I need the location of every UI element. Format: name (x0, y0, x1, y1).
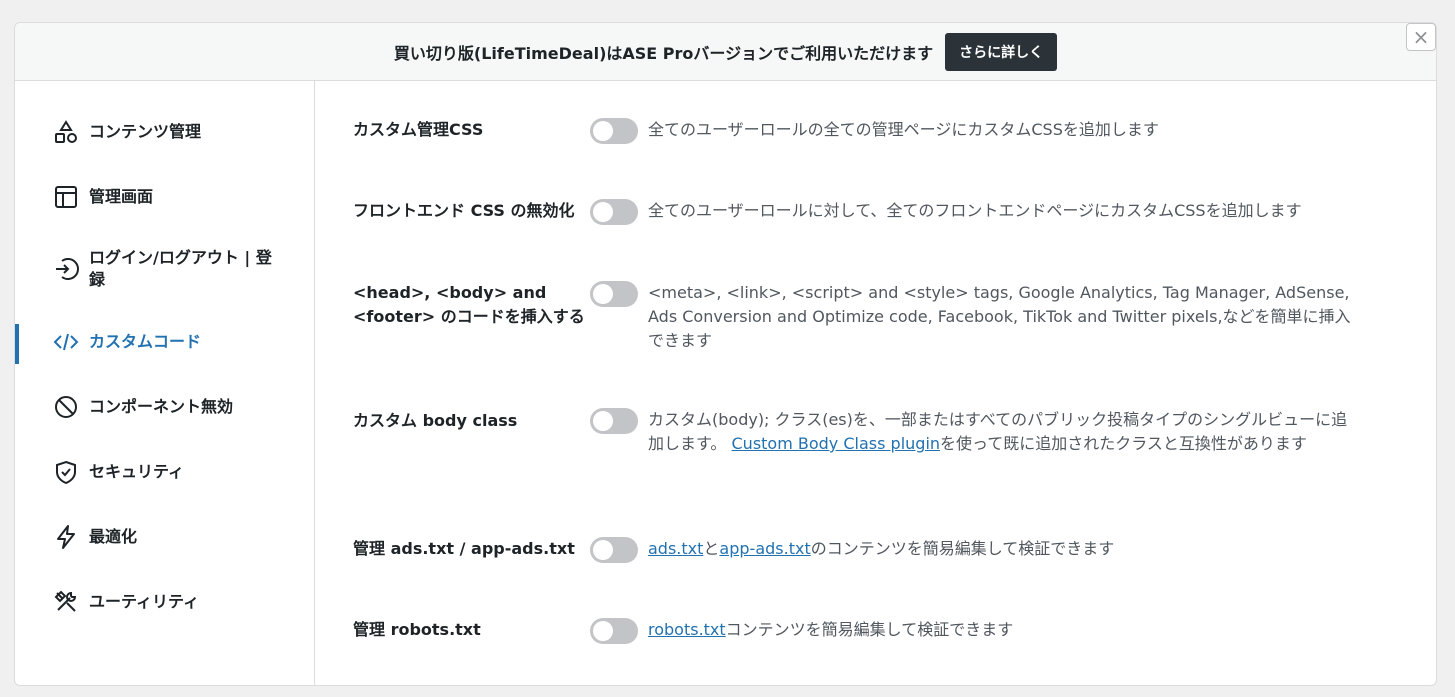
sidebar-item-utilities[interactable]: ユーティリティ (15, 569, 314, 634)
setting-description: 全てのユーザーロールの全ての管理ページにカスタムCSSを追加します (648, 120, 1159, 139)
description-text: のコンテンツを簡易編集して検証できます (810, 539, 1115, 558)
description-text: と (703, 539, 720, 558)
login-logout-icon (53, 256, 79, 282)
ads-txt-link[interactable]: ads.txt (648, 539, 703, 558)
ads-txt-toggle[interactable] (590, 537, 638, 563)
sidebar-item-label: セキュリティ (89, 461, 185, 481)
sidebar-item-admin-interface[interactable]: 管理画面 (15, 164, 314, 229)
sidebar-item-label: コンポーネント無効 (89, 396, 234, 416)
sidebar-item-optimization[interactable]: 最適化 (15, 504, 314, 569)
sidebar-item-custom-code[interactable]: カスタムコード (15, 309, 314, 374)
admin-interface-icon (53, 184, 79, 210)
setting-label: 管理 ads.txt / app-ads.txt (353, 539, 575, 558)
lightning-icon (53, 524, 79, 550)
setting-description: カスタム(body); クラス(es)を、一部またはすべてのパブリック投稿タイプ… (648, 408, 1363, 456)
setting-row-ads-txt: 管理 ads.txt / app-ads.txt ads.txtとapp-ads… (315, 499, 1436, 580)
sidebar-item-label: コンテンツ管理 (89, 121, 202, 141)
setting-row-custom-admin-css: カスタム管理CSS 全てのユーザーロールの全ての管理ページにカスタムCSSを追加… (315, 81, 1436, 163)
sidebar-item-content-management[interactable]: コンテンツ管理 (15, 99, 314, 164)
sidebar-item-login-logout[interactable]: ログイン/ログアウト | 登録 (15, 229, 314, 309)
close-button[interactable]: × (1406, 23, 1436, 51)
insert-code-toggle[interactable] (590, 281, 638, 307)
custom-admin-css-toggle[interactable] (590, 118, 638, 144)
settings-panel: 買い切り版(LifeTimeDeal)はASE Proバージョンでご利用いただけ… (14, 22, 1437, 686)
promo-text: 買い切り版(LifeTimeDeal)はASE Proバージョンでご利用いただけ… (393, 43, 934, 63)
settings-list: カスタム管理CSS 全てのユーザーロールの全ての管理ページにカスタムCSSを追加… (315, 81, 1436, 685)
setting-description: robots.txtコンテンツを簡易編集して検証できます (648, 618, 1363, 642)
custom-body-class-toggle[interactable] (590, 408, 638, 434)
learn-more-button[interactable]: さらに詳しく (945, 32, 1058, 71)
sidebar-item-label: ログイン/ログアウト | 登録 (89, 248, 272, 289)
code-icon (53, 329, 79, 355)
setting-description: 全てのユーザーロールに対して、全てのフロントエンドページにカスタムCSSを追加し… (648, 201, 1302, 220)
setting-row-robots-txt: 管理 robots.txt robots.txtコンテンツを簡易編集して検証でき… (315, 580, 1436, 660)
setting-description: <meta>, <link>, <script> and <style> tag… (648, 283, 1351, 350)
app-ads-txt-link[interactable]: app-ads.txt (719, 539, 810, 558)
shield-icon (53, 459, 79, 485)
setting-row-insert-code: <head>, <body> and <footer> のコードを挿入する <m… (315, 245, 1436, 372)
promo-banner: 買い切り版(LifeTimeDeal)はASE Proバージョンでご利用いただけ… (15, 23, 1436, 81)
sidebar-item-label: 管理画面 (89, 186, 154, 206)
disable-components-icon (53, 394, 79, 420)
sidebar-item-security[interactable]: セキュリティ (15, 439, 314, 504)
description-text: コンテンツを簡易編集して検証できます (725, 620, 1014, 639)
setting-row-frontend-css: フロントエンド CSS の無効化 全てのユーザーロールに対して、全てのフロントエ… (315, 163, 1436, 245)
frontend-css-toggle[interactable] (590, 199, 638, 225)
robots-txt-link[interactable]: robots.txt (648, 620, 726, 639)
custom-body-class-plugin-link[interactable]: Custom Body Class plugin (732, 434, 941, 453)
setting-label: カスタム管理CSS (353, 120, 484, 139)
sidebar-item-label: カスタムコード (89, 331, 202, 351)
setting-description: ads.txtとapp-ads.txtのコンテンツを簡易編集して検証できます (648, 537, 1363, 561)
description-text: を使って既に追加されたクラスと互換性があります (940, 434, 1307, 453)
sidebar-item-label: 最適化 (89, 526, 138, 546)
setting-label: フロントエンド CSS の無効化 (353, 201, 575, 220)
content-management-icon (53, 119, 79, 145)
setting-label: <head>, <body> and <footer> のコードを挿入する (353, 283, 585, 326)
tools-icon (53, 589, 79, 615)
sidebar-item-disable-components[interactable]: コンポーネント無効 (15, 374, 314, 439)
setting-label: 管理 robots.txt (353, 620, 481, 639)
setting-label: カスタム body class (353, 411, 518, 430)
setting-row-custom-body-class: カスタム body class カスタム(body); クラス(es)を、一部ま… (315, 372, 1436, 499)
sidebar-item-label: ユーティリティ (89, 591, 200, 611)
sidebar: コンテンツ管理 管理画面 ログイン/ログアウト | 登録 カスタムコード コンポ… (15, 81, 315, 685)
robots-txt-toggle[interactable] (590, 618, 638, 644)
close-icon: × (1412, 25, 1430, 49)
